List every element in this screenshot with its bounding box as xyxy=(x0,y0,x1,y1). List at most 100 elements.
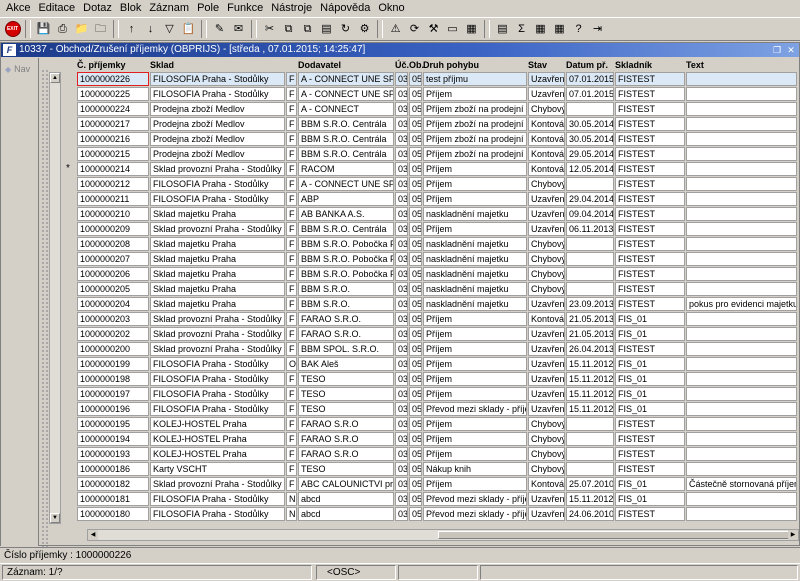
cell-skladnik[interactable]: FISTEST xyxy=(615,147,685,161)
cell-cislo[interactable]: 1000000206 xyxy=(77,267,149,281)
cell-text[interactable]: pokus pro evidenci majetku xyxy=(686,297,797,311)
cell-druh[interactable]: Převod mezi sklady - příjem xyxy=(423,507,527,521)
cell-uc[interactable]: 03 xyxy=(395,282,408,296)
table-row[interactable]: 1000000197 FILOSOFIA Praha - Stodůlky F TES… xyxy=(77,387,797,402)
cell-stav[interactable]: Uzavřen xyxy=(528,342,565,356)
cell-druh[interactable]: Příjem xyxy=(423,162,527,176)
cell-stav[interactable]: Uzavřen xyxy=(528,222,565,236)
cell-druh[interactable]: Příjem xyxy=(423,177,527,191)
cell-datum[interactable]: 15.11.2012 xyxy=(566,372,614,386)
cell-sklad[interactable]: Prodejna zboží Medlov xyxy=(150,147,285,161)
table-row[interactable]: 1000000186 Karty VSCHT F TESO 03 05 Nákup knih… xyxy=(77,462,797,477)
cell-ob[interactable]: 05 xyxy=(409,162,422,176)
cell-skladnik[interactable]: FIS_01 xyxy=(615,402,685,416)
column-header[interactable]: Druh pohybu xyxy=(423,60,479,70)
cell-sklad[interactable]: FILOSOFIA Praha - Stodůlky xyxy=(150,507,285,521)
sort-asc-button[interactable]: ↑ xyxy=(123,21,140,38)
cell-skladnik[interactable]: FISTEST xyxy=(615,447,685,461)
cell-datum[interactable]: 15.11.2012 xyxy=(566,357,614,371)
column-header[interactable]: Stav xyxy=(528,60,547,70)
cell-ob[interactable]: 05 xyxy=(409,267,422,281)
cell-stav[interactable]: Kontová xyxy=(528,117,565,131)
table-row[interactable]: 1000000212 FILOSOFIA Praha - Stodůlky F A -… xyxy=(77,177,797,192)
cell-uc[interactable]: 03 xyxy=(395,132,408,146)
cell-skladnik[interactable]: FIS_01 xyxy=(615,387,685,401)
cell-datum[interactable]: 06.11.2013 xyxy=(566,222,614,236)
cell-sklad[interactable]: Sklad majetku Praha xyxy=(150,207,285,221)
column-header[interactable]: Datum př. xyxy=(566,60,608,70)
cell-sklad[interactable]: Sklad majetku Praha xyxy=(150,297,285,311)
table-row[interactable]: 1000000226 FILOSOFIA Praha - Stodůlky F A -… xyxy=(77,72,797,87)
cell-druh[interactable]: Příjem zboží na prodejní sklad xyxy=(423,102,527,116)
exit-button[interactable]: EXIT xyxy=(4,21,21,38)
cell-druh[interactable]: Příjem xyxy=(423,342,527,356)
cell-typ[interactable]: F xyxy=(286,282,297,296)
cell-ob[interactable]: 05 xyxy=(409,462,422,476)
cell-sklad[interactable]: KOLEJ-HOSTEL Praha xyxy=(150,447,285,461)
cell-druh[interactable]: Příjem xyxy=(423,417,527,431)
cell-datum[interactable] xyxy=(566,177,614,191)
cell-cislo[interactable]: 1000000194 xyxy=(77,432,149,446)
cell-sklad[interactable]: Sklad majetku Praha xyxy=(150,267,285,281)
cell-ob[interactable]: 05 xyxy=(409,72,422,86)
cell-dodavatel[interactable]: ABC CALOUNICTVI pro xyxy=(298,477,394,491)
cell-dodavatel[interactable]: FARAO S.R.O xyxy=(298,417,394,431)
cell-typ[interactable]: F xyxy=(286,222,297,236)
cell-dodavatel[interactable]: BAK Aleš xyxy=(298,357,394,371)
cell-dodavatel[interactable]: TESO xyxy=(298,462,394,476)
cell-stav[interactable]: Chybový xyxy=(528,282,565,296)
cell-ob[interactable]: 05 xyxy=(409,132,422,146)
cell-ob[interactable]: 05 xyxy=(409,312,422,326)
cell-text[interactable] xyxy=(686,132,797,146)
table-row[interactable]: 1000000211 FILOSOFIA Praha - Stodůlky F ABP… xyxy=(77,192,797,207)
cell-text[interactable] xyxy=(686,342,797,356)
cell-sklad[interactable]: Sklad provozní Praha - Stodůlky xyxy=(150,342,285,356)
cell-sklad[interactable]: Sklad majetku Praha xyxy=(150,282,285,296)
cell-skladnik[interactable]: FISTEST xyxy=(615,462,685,476)
cell-stav[interactable]: Chybový xyxy=(528,462,565,476)
cell-typ[interactable]: F xyxy=(286,327,297,341)
cell-cislo[interactable]: 1000000207 xyxy=(77,252,149,266)
menu-2[interactable]: Dotaz xyxy=(79,0,116,17)
cell-typ[interactable]: F xyxy=(286,162,297,176)
cell-stav[interactable]: Kontová xyxy=(528,132,565,146)
column-header[interactable]: Č. příjemky xyxy=(77,60,126,70)
column-header[interactable]: Úč. xyxy=(395,60,409,70)
cell-ob[interactable]: 05 xyxy=(409,192,422,206)
cell-druh[interactable]: Příjem zboží na prodejní sklad xyxy=(423,147,527,161)
cell-dodavatel[interactable]: abcd xyxy=(298,507,394,521)
save-button[interactable]: 💾 xyxy=(35,21,52,38)
cell-datum[interactable]: 30.05.2014 xyxy=(566,117,614,131)
cell-cislo[interactable]: 1000000180 xyxy=(77,507,149,521)
tools-button[interactable]: ⚒ xyxy=(425,21,442,38)
table-row[interactable]: 1000000181 FILOSOFIA Praha - Stodůlky Nabc… xyxy=(77,492,797,507)
scroll-right-icon[interactable]: ▶ xyxy=(788,530,798,540)
cell-typ[interactable]: F xyxy=(286,267,297,281)
gear-button[interactable]: ⚙ xyxy=(356,21,373,38)
cell-dodavatel[interactable]: RACOM xyxy=(298,162,394,176)
cell-ob[interactable]: 05 xyxy=(409,237,422,251)
cell-datum[interactable]: 21.05.2013 xyxy=(566,327,614,341)
cell-datum[interactable]: 29.04.2014 xyxy=(566,192,614,206)
cell-uc[interactable]: 03 xyxy=(395,462,408,476)
table-row[interactable]: 1000000203 Sklad provozní Praha - Stodůlk… xyxy=(77,312,797,327)
cell-uc[interactable]: 03 xyxy=(395,192,408,206)
cell-dodavatel[interactable]: TESO xyxy=(298,402,394,416)
cell-cislo[interactable]: 1000000224 xyxy=(77,102,149,116)
cell-text[interactable] xyxy=(686,147,797,161)
cell-skladnik[interactable]: FISTEST xyxy=(615,132,685,146)
cell-datum[interactable]: 23.09.2013 xyxy=(566,297,614,311)
cell-datum[interactable] xyxy=(566,237,614,251)
excel-button[interactable]: ▦ xyxy=(532,21,549,38)
cell-cislo[interactable]: 1000000209 xyxy=(77,222,149,236)
cell-stav[interactable]: Chybový xyxy=(528,447,565,461)
cell-cislo[interactable]: 1000000215 xyxy=(77,147,149,161)
panel-splitter[interactable] xyxy=(41,69,49,569)
cell-druh[interactable]: naskladnění majetku xyxy=(423,282,527,296)
scroll-up-icon[interactable]: ▲ xyxy=(50,73,60,83)
cell-ob[interactable]: 05 xyxy=(409,252,422,266)
cell-sklad[interactable]: FILOSOFIA Praha - Stodůlky xyxy=(150,192,285,206)
mail-button[interactable]: ✉ xyxy=(230,21,247,38)
cell-druh[interactable]: Příjem zboží na prodejní sklad xyxy=(423,132,527,146)
cell-sklad[interactable]: Sklad provozní Praha - Stodůlky xyxy=(150,162,285,176)
